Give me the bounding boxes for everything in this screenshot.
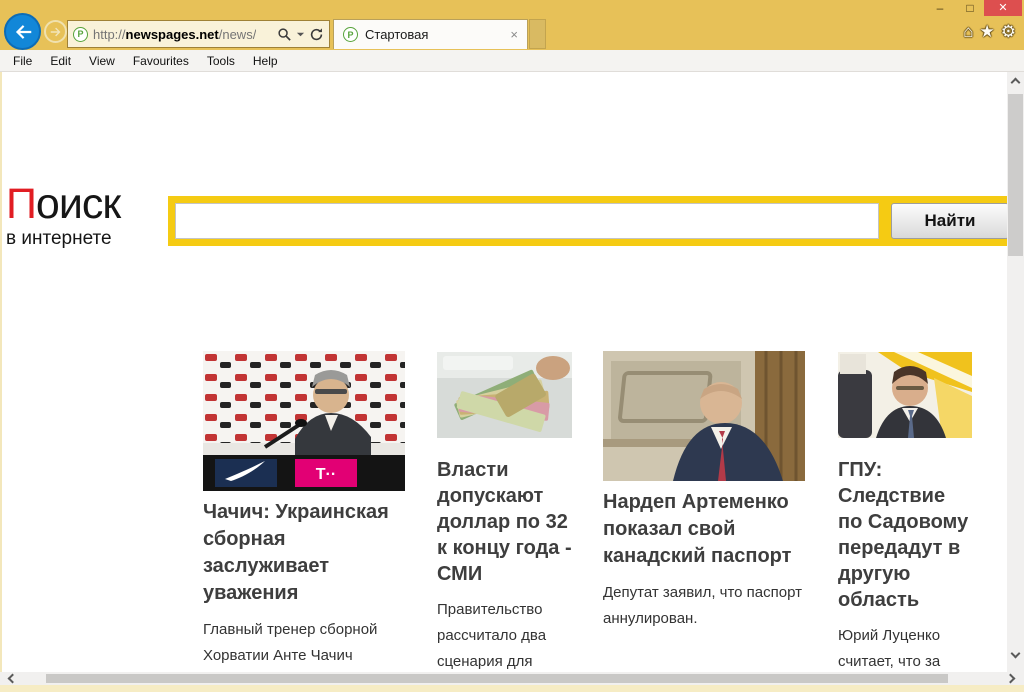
home-icon[interactable]: ⌂	[963, 23, 973, 40]
logo-first-letter: П	[6, 180, 36, 228]
article-title[interactable]: ГПУ: Следствие по Садовому передадут в д…	[838, 457, 972, 613]
chevron-down-icon[interactable]	[296, 30, 305, 39]
article-summary: Юрий Луценко считает, что за гибель люде…	[838, 623, 972, 674]
title-bar: – □ ✕ P http://newspages.net/news/ P Ста…	[0, 0, 1024, 50]
article-summary: Главный тренер сборной Хорватии Анте Чач…	[203, 617, 405, 674]
vertical-scrollbar[interactable]	[1007, 72, 1024, 672]
news-card: T·· Чачич: Украинская сборная заслуживае…	[203, 351, 405, 674]
logo-subtitle: в интернете	[6, 229, 120, 248]
press-conference-photo[interactable]: T··	[203, 351, 405, 491]
tmobile-logo-text: T··	[316, 466, 336, 483]
forward-button-disabled[interactable]	[44, 20, 67, 43]
close-window-button[interactable]: ✕	[984, 0, 1022, 16]
article-title[interactable]: Чачич: Украинская сборная заслуживает ув…	[203, 499, 405, 607]
article-summary: Депутат заявил, что паспорт аннулирован.	[603, 580, 805, 632]
address-bar[interactable]: P http://newspages.net/news/	[67, 20, 330, 48]
vertical-scroll-thumb[interactable]	[1008, 94, 1023, 256]
parliament-photo[interactable]	[603, 351, 805, 481]
settings-gear-icon[interactable]: ⚙	[1001, 23, 1016, 40]
new-tab-button[interactable]	[529, 19, 546, 49]
search-submit-button[interactable]: Найти	[891, 203, 1009, 239]
menu-help[interactable]: Help	[244, 54, 287, 68]
scroll-down-icon[interactable]	[1011, 649, 1021, 659]
banknotes-photo[interactable]	[437, 352, 572, 438]
menu-view[interactable]: View	[80, 54, 124, 68]
menu-tools[interactable]: Tools	[198, 54, 244, 68]
menu-favourites[interactable]: Favourites	[124, 54, 198, 68]
favorites-star-icon[interactable]: ★	[980, 23, 995, 40]
logo-rest: оиск	[36, 180, 120, 228]
maximize-button[interactable]: □	[960, 0, 980, 16]
tab-favicon-icon: P	[343, 27, 358, 42]
arrow-left-icon	[12, 21, 34, 43]
news-card: ГПУ: Следствие по Садовому передадут в д…	[838, 352, 972, 674]
scroll-up-icon[interactable]	[1011, 78, 1021, 88]
tab-close-icon[interactable]: ×	[510, 28, 518, 41]
horizontal-scrollbar[interactable]	[0, 672, 1024, 685]
article-summary: Правительство рассчитало два сценария дл…	[437, 597, 572, 674]
search-icon[interactable]	[277, 27, 292, 42]
tab-title: Стартовая	[365, 27, 428, 42]
horizontal-scroll-thumb[interactable]	[46, 674, 948, 683]
menu-file[interactable]: File	[4, 54, 41, 68]
url-text: http://newspages.net/news/	[93, 27, 256, 42]
window-bottom-border	[0, 685, 1024, 692]
tab-startpage[interactable]: P Стартовая ×	[333, 19, 528, 49]
back-button[interactable]	[4, 13, 41, 50]
prosecutor-photo[interactable]	[838, 352, 972, 438]
news-card: Власти допускают доллар по 32 к концу го…	[437, 352, 572, 674]
browser-window: – □ ✕ P http://newspages.net/news/ P Ста…	[0, 0, 1024, 692]
news-card: Нардеп Артеменко показал свой канадский …	[603, 351, 805, 632]
refresh-icon[interactable]	[309, 27, 324, 42]
site-favicon-icon: P	[73, 27, 88, 42]
article-title[interactable]: Нардеп Артеменко показал свой канадский …	[603, 489, 805, 570]
page-viewport: Поиск в интернете Найти	[2, 73, 1024, 674]
minimize-button[interactable]: –	[930, 0, 950, 16]
menu-bar: File Edit View Favourites Tools Help	[0, 50, 1024, 72]
search-box: Найти	[168, 196, 1016, 246]
menu-edit[interactable]: Edit	[41, 54, 80, 68]
scroll-left-icon[interactable]	[8, 674, 18, 684]
article-title[interactable]: Власти допускают доллар по 32 к концу го…	[437, 457, 572, 587]
window-left-border	[0, 72, 2, 685]
scroll-right-icon[interactable]	[1006, 674, 1016, 684]
site-logo: Поиск в интернете	[6, 183, 120, 248]
arrow-right-icon	[49, 25, 63, 39]
search-input[interactable]	[175, 203, 879, 239]
